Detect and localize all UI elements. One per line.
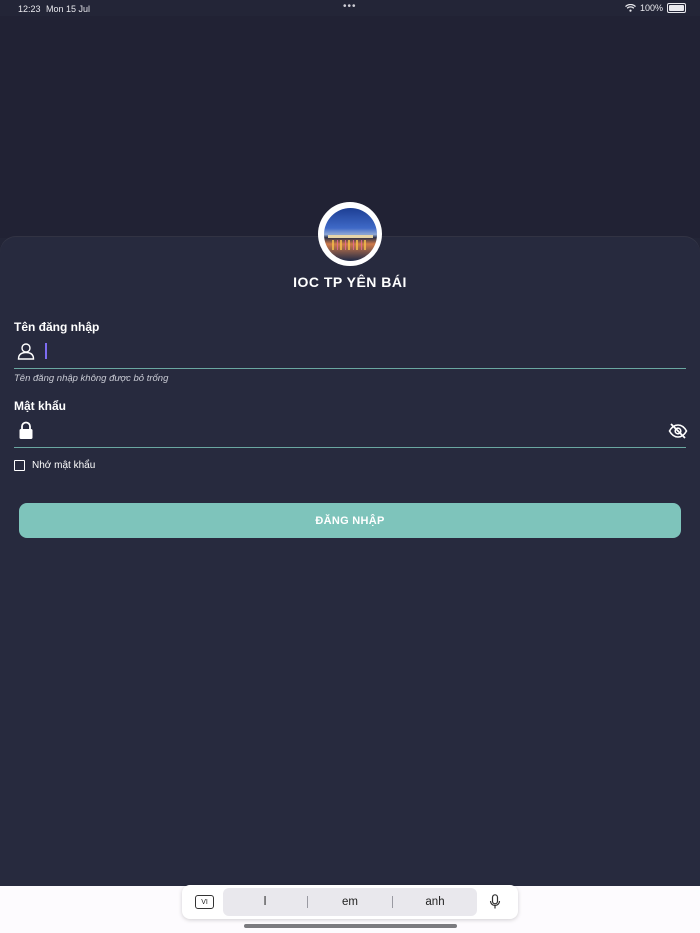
microphone-icon[interactable] (489, 894, 501, 910)
login-panel (0, 237, 700, 887)
suggestion-bar: l em anh (223, 888, 477, 916)
keyboard-shortcut-bar: VI l em anh (182, 885, 518, 919)
status-time: 12:23 (18, 4, 41, 14)
remember-password[interactable]: Nhớ mật khẩu (14, 460, 95, 471)
suggestion-item[interactable]: anh (393, 896, 477, 908)
text-caret (45, 343, 47, 359)
password-underline (14, 447, 686, 448)
username-underline (14, 368, 686, 369)
eye-slash-icon[interactable] (668, 422, 688, 440)
app-logo (318, 202, 382, 266)
password-input[interactable] (44, 420, 658, 444)
status-bar: 12:23 Mon 15 Jul ••• 100% (0, 0, 700, 16)
app-title: IOC TP YÊN BÁI (293, 274, 407, 290)
city-photo (323, 207, 377, 261)
suggestion-item[interactable]: em (308, 896, 392, 908)
lock-icon (19, 421, 33, 439)
username-error: Tên đăng nhập không được bỏ trống (14, 373, 169, 384)
multitasking-dots[interactable]: ••• (343, 1, 357, 12)
remember-label: Nhớ mật khẩu (32, 460, 96, 471)
username-input[interactable] (44, 340, 658, 364)
password-label: Mật khẩu (14, 399, 67, 413)
remember-checkbox[interactable] (14, 460, 25, 471)
username-label: Tên đăng nhập (14, 320, 100, 334)
suggestion-item[interactable]: l (223, 896, 307, 908)
status-right: 100% (625, 3, 686, 13)
battery-percent: 100% (639, 3, 663, 13)
wifi-icon (625, 4, 636, 12)
login-button[interactable]: ĐĂNG NHẬP (19, 503, 681, 538)
user-icon (17, 343, 35, 360)
home-indicator[interactable] (244, 924, 457, 928)
battery-icon (667, 3, 686, 13)
status-date: Mon 15 Jul (46, 4, 91, 14)
keyboard-language-button[interactable]: VI (195, 895, 214, 909)
